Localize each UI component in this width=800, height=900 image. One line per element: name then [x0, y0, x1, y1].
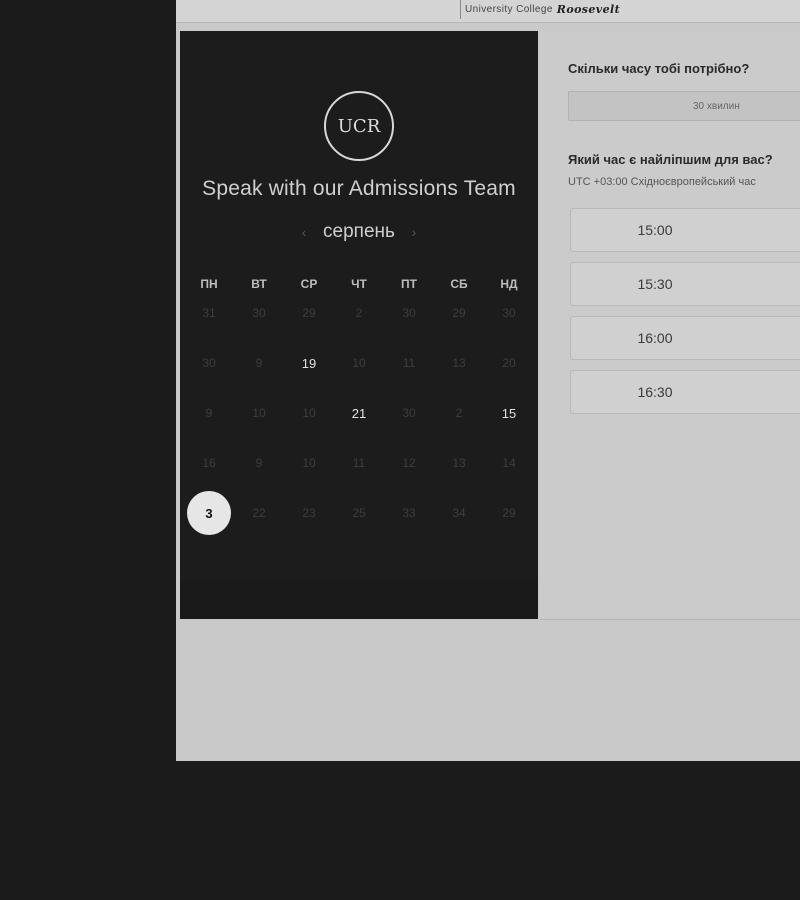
- calendar-day-selected[interactable]: 3: [184, 488, 234, 538]
- scheduler-right-panel: Скільки часу тобі потрібно? 30 хвилин Як…: [540, 31, 800, 620]
- calendar-day-number: 10: [302, 406, 316, 420]
- prev-month-icon[interactable]: ‹: [297, 224, 311, 240]
- calendar-day-number: 31: [202, 306, 216, 320]
- calendar-day-number: 30: [502, 306, 516, 320]
- calendar-day: 2: [434, 388, 484, 438]
- time-slot-button[interactable]: 15:00: [570, 208, 800, 252]
- calendar-grid: 31 30 29 2 30 29 30 30 9 19 10 11 13 20 9 10 10 21 30 2 15 16…: [180, 288, 538, 538]
- calendar-day-number: 22: [252, 506, 266, 520]
- calendar-day: 30: [184, 338, 234, 388]
- calendar-day: 34: [434, 488, 484, 538]
- timezone-label[interactable]: UTC +03:00 Східноєвропейський час: [568, 176, 756, 188]
- calendar-day-number: 33: [402, 506, 416, 520]
- calendar-day-number: 9: [205, 406, 213, 420]
- brand-name: Roosevelt: [556, 3, 621, 16]
- calendar-day-number: 29: [302, 306, 316, 320]
- duration-select[interactable]: 30 хвилин: [568, 91, 800, 121]
- duration-question: Скільки часу тобі потрібно?: [568, 61, 750, 76]
- calendar-day-number: 10: [252, 406, 266, 420]
- brand-subtitle: University College: [465, 4, 553, 15]
- calendar-day-number: 30: [402, 406, 416, 420]
- duration-value: 30 хвилин: [693, 100, 740, 112]
- calendar-day: 33: [384, 488, 434, 538]
- calendar-day-number: 30: [402, 306, 416, 320]
- time-slot-button[interactable]: 16:30: [570, 370, 800, 414]
- calendar-day: 9: [234, 338, 284, 388]
- time-slot-list: 15:00 15:30 16:00 16:30: [570, 208, 800, 424]
- calendar-day: 10: [234, 388, 284, 438]
- calendar-day: 30: [234, 288, 284, 338]
- calendar-day: 13: [434, 338, 484, 388]
- calendar-day-number: 3: [187, 491, 231, 535]
- calendar-day-number: 13: [452, 456, 466, 470]
- calendar-day-number: 10: [352, 356, 366, 370]
- calendar-day-number: 2: [355, 306, 363, 320]
- calendar-day[interactable]: 19: [284, 338, 334, 388]
- calendar-day: 11: [384, 338, 434, 388]
- calendar-day: 29: [284, 288, 334, 338]
- ucr-logo-circle: UCR: [324, 91, 394, 161]
- calendar-day: 9: [184, 388, 234, 438]
- calendar-day-number: 21: [351, 405, 367, 421]
- calendar-day-number: 12: [402, 456, 416, 470]
- calendar-day-number: 11: [402, 356, 416, 370]
- calendar-day: 10: [284, 388, 334, 438]
- calendar-day-number: 16: [202, 456, 216, 470]
- calendar-day-number: 14: [502, 456, 516, 470]
- calendar-day-number: 29: [502, 506, 516, 520]
- calendar-day-number: 23: [302, 506, 316, 520]
- calendar-day-number: 10: [302, 456, 316, 470]
- calendar-day: 20: [484, 338, 534, 388]
- calendar-day: 31: [184, 288, 234, 338]
- calendar-day-number: 20: [502, 356, 516, 370]
- calendar-day-number: 15: [501, 405, 517, 421]
- calendar-day: 23: [284, 488, 334, 538]
- calendar-day: 12: [384, 438, 434, 488]
- calendar-day-number: 34: [452, 506, 466, 520]
- calendar-day-number: 30: [252, 306, 266, 320]
- time-question: Який час є найліпшим для вас?: [568, 152, 773, 167]
- calendar-day: 16: [184, 438, 234, 488]
- calendar-day-number: 13: [452, 356, 466, 370]
- calendar-day-number: 2: [455, 406, 463, 420]
- calendar-day-number: 9: [255, 356, 263, 370]
- brand-logo[interactable]: University College Roosevelt: [460, 0, 624, 19]
- calendar-day: 22: [234, 488, 284, 538]
- calendar-footer: [180, 579, 538, 619]
- calendar-day-number: 25: [352, 506, 366, 520]
- calendar-day: 10: [284, 438, 334, 488]
- calendar-day: 29: [484, 488, 534, 538]
- calendar-day-number: 19: [301, 355, 317, 371]
- scheduler-left-panel: UCR Speak with our Admissions Team ‹ сер…: [180, 31, 538, 619]
- calendar-day: 2: [334, 288, 384, 338]
- calendar-day: 9: [234, 438, 284, 488]
- logo-text: UCR: [337, 115, 381, 137]
- calendar-day: 30: [384, 388, 434, 438]
- calendar-day: 14: [484, 438, 534, 488]
- calendar-day: 25: [334, 488, 384, 538]
- calendar-day-number: 30: [202, 356, 216, 370]
- calendar-day-number: 11: [352, 456, 366, 470]
- time-slot-button[interactable]: 16:00: [570, 316, 800, 360]
- calendar-day[interactable]: 21: [334, 388, 384, 438]
- calendar-day: 13: [434, 438, 484, 488]
- calendar-day: 29: [434, 288, 484, 338]
- time-slot-button[interactable]: 15:30: [570, 262, 800, 306]
- calendar-day[interactable]: 15: [484, 388, 534, 438]
- calendar-day: 11: [334, 438, 384, 488]
- calendar-day-number: 9: [255, 456, 263, 470]
- calendar-day: 30: [384, 288, 434, 338]
- scheduler-title: Speak with our Admissions Team: [202, 177, 516, 200]
- month-label: серпень: [323, 221, 395, 242]
- next-month-icon[interactable]: ›: [407, 224, 421, 240]
- calendar-day-number: 29: [452, 306, 466, 320]
- calendar-day: 10: [334, 338, 384, 388]
- calendar-day: 30: [484, 288, 534, 338]
- month-navigation: ‹ серпень ›: [180, 221, 538, 243]
